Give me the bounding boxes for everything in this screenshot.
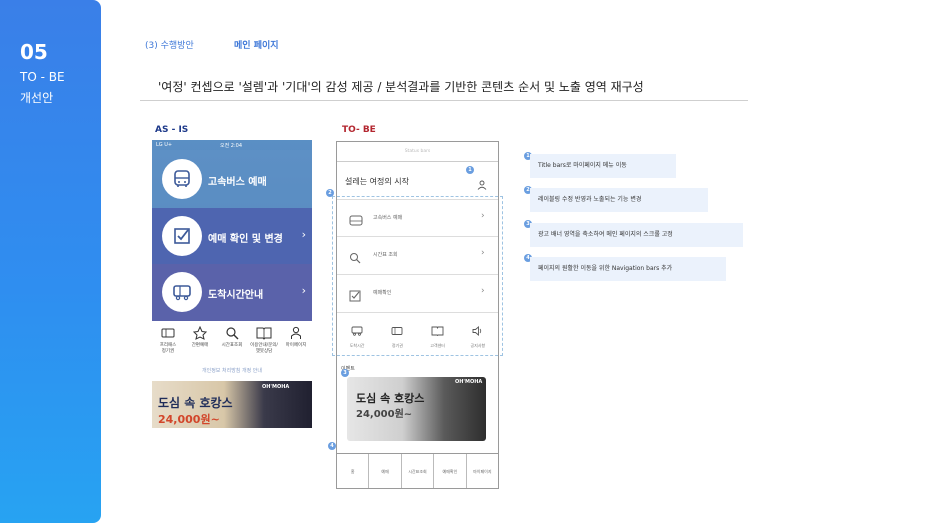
tobe-status-bar: Status bars bbox=[337, 142, 498, 162]
tobe-title: 설레는 여정의 시작 bbox=[345, 177, 409, 186]
nav-tab-booking[interactable]: 예매 bbox=[369, 454, 402, 488]
divider bbox=[140, 100, 748, 101]
asis-quick-label: 간편예매 bbox=[191, 343, 209, 348]
banner-logo: OH'MOHA bbox=[455, 379, 483, 385]
note-item: 페이지의 원활한 이동을 위한 Navigation bars 추가 bbox=[530, 257, 726, 281]
callout-badge: 3 bbox=[341, 369, 349, 377]
person-icon bbox=[290, 324, 302, 342]
sidebar: 05 TO - BE 개선안 bbox=[0, 0, 101, 523]
asis-quick-item[interactable]: 프리패스 정기권 bbox=[152, 324, 184, 366]
nav-tab-mypage[interactable]: 마이페이지 bbox=[467, 454, 498, 488]
asis-menu-check[interactable]: 예매 확인 및 변경 › bbox=[152, 208, 312, 264]
asis-label: AS - IS bbox=[155, 125, 189, 135]
page-headline: '여정' 컨셉으로 '설렘'과 '기대'의 감성 제공 / 분석결과를 기반한 … bbox=[158, 80, 644, 94]
asis-quick-label: 마이페이지 bbox=[285, 343, 307, 348]
nav-tab-confirm[interactable]: 예매확인 bbox=[434, 454, 467, 488]
breadcrumb-section: (3) 수행방안 bbox=[145, 41, 194, 51]
chevron-right-icon: › bbox=[301, 284, 306, 297]
banner-title: 도심 속 호캉스 bbox=[356, 392, 425, 405]
asis-carrier: LG U+ bbox=[156, 142, 173, 148]
asis-quick-icons: 프리패스 정기권 간편예매 시간표조회 이용안내/문의/ 챗봇상담 마이페이지 bbox=[152, 324, 312, 366]
asis-quick-label: 이용안내/문의/ 챗봇상담 bbox=[250, 343, 278, 354]
ticket-icon bbox=[161, 324, 175, 342]
banner-price: 24,000원~ bbox=[158, 413, 220, 426]
asis-menu-label: 고속버스 예매 bbox=[208, 177, 267, 188]
asis-quick-item[interactable]: 마이페이지 bbox=[280, 324, 312, 366]
tobe-label: TO- BE bbox=[342, 125, 376, 135]
banner-title: 도심 속 호캉스 bbox=[158, 396, 233, 410]
note-item: 레이블링 수정 반영과 노출되는 기능 변경 bbox=[530, 188, 708, 212]
section-number: 05 bbox=[20, 40, 48, 64]
asis-notice[interactable]: 개인정보 처리방침 개정 안내 bbox=[152, 367, 312, 374]
bus-icon bbox=[162, 159, 202, 199]
asis-time: 오전 2:04 bbox=[220, 143, 243, 149]
asis-menu-bus[interactable]: 고속버스 예매 bbox=[152, 150, 312, 208]
asis-phone: LG U+ 오전 2:04 고속버스 예매 예매 확인 및 변경 › 도착시간안… bbox=[152, 140, 312, 430]
search-icon bbox=[225, 324, 239, 342]
nav-tab-timetable[interactable]: 시간표조회 bbox=[402, 454, 435, 488]
section-subtitle: 개선안 bbox=[20, 91, 54, 105]
user-icon[interactable] bbox=[477, 175, 487, 194]
banner-logo: OH'MOHA bbox=[262, 384, 290, 390]
note-item: 광고 배너 영역을 축소하여 메인 페이지의 스크롤 고정 bbox=[530, 223, 743, 247]
highlight-region bbox=[332, 196, 503, 356]
callout-badge: 2 bbox=[326, 189, 334, 197]
asis-quick-item[interactable]: 시간표조회 bbox=[216, 324, 248, 366]
asis-menu-arrival[interactable]: 도착시간안내 › bbox=[152, 264, 312, 321]
asis-menu-label: 예매 확인 및 변경 bbox=[208, 234, 283, 245]
nav-tab-home[interactable]: 홈 bbox=[337, 454, 370, 488]
bus-arrival-icon bbox=[162, 272, 202, 312]
asis-menu-label: 도착시간안내 bbox=[208, 290, 264, 301]
banner-price: 24,000원~ bbox=[356, 409, 413, 420]
callout-badge: 1 bbox=[466, 166, 474, 174]
asis-banner[interactable]: OH'MOHA 도심 속 호캉스 24,000원~ bbox=[152, 381, 312, 428]
asis-quick-item[interactable]: 간편예매 bbox=[184, 324, 216, 366]
breadcrumb-page: 메인 페이지 bbox=[234, 41, 279, 51]
tobe-navigation-bar: 홈 예매 시간표조회 예매확인 마이페이지 bbox=[337, 453, 498, 488]
asis-status-bar: LG U+ 오전 2:04 bbox=[152, 140, 312, 150]
note-item: Title bars로 마이페이지 메뉴 이동 bbox=[530, 154, 676, 178]
chevron-right-icon: › bbox=[301, 228, 306, 241]
asis-quick-item[interactable]: 이용안내/문의/ 챗봇상담 bbox=[248, 324, 280, 366]
book-icon bbox=[256, 324, 272, 342]
callout-badge: 4 bbox=[328, 442, 336, 450]
checkbox-icon bbox=[162, 216, 202, 256]
star-icon bbox=[193, 324, 207, 342]
asis-hero: LG U+ 오전 2:04 고속버스 예매 예매 확인 및 변경 › 도착시간안… bbox=[152, 140, 312, 321]
section-title: TO - BE bbox=[20, 70, 65, 84]
asis-quick-label: 프리패스 정기권 bbox=[159, 343, 177, 354]
asis-quick-label: 시간표조회 bbox=[221, 343, 243, 348]
tobe-banner[interactable]: OH'MOHA 도심 속 호캉스 24,000원~ bbox=[347, 377, 486, 441]
